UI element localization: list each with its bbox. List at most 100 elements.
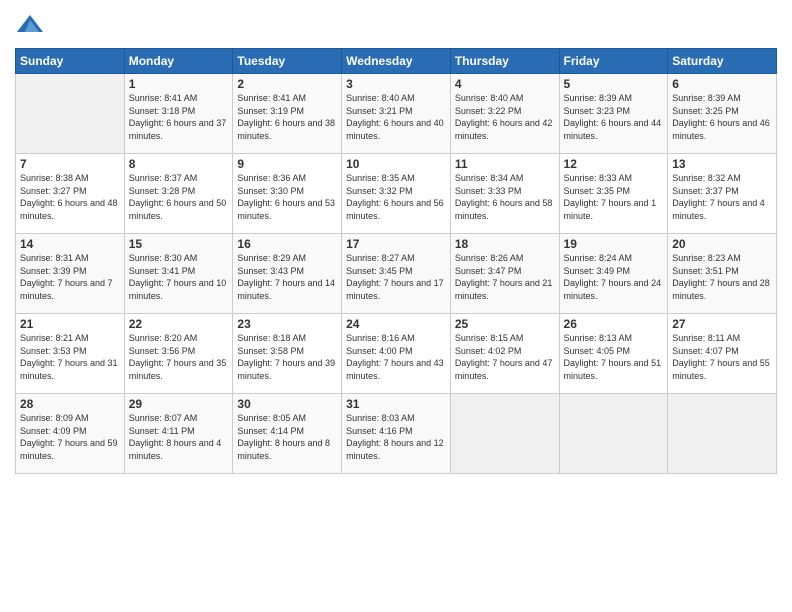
day-info: Sunrise: 8:35 AMSunset: 3:32 PMDaylight:… (346, 172, 446, 222)
col-header-saturday: Saturday (668, 49, 777, 74)
day-info: Sunrise: 8:38 AMSunset: 3:27 PMDaylight:… (20, 172, 120, 222)
col-header-friday: Friday (559, 49, 668, 74)
day-info: Sunrise: 8:32 AMSunset: 3:37 PMDaylight:… (672, 172, 772, 222)
day-info: Sunrise: 8:39 AMSunset: 3:25 PMDaylight:… (672, 92, 772, 142)
day-number: 20 (672, 237, 772, 251)
day-info: Sunrise: 8:26 AMSunset: 3:47 PMDaylight:… (455, 252, 555, 302)
day-number: 31 (346, 397, 446, 411)
day-info: Sunrise: 8:40 AMSunset: 3:22 PMDaylight:… (455, 92, 555, 142)
header (15, 10, 777, 40)
day-cell: 12 Sunrise: 8:33 AMSunset: 3:35 PMDaylig… (559, 154, 668, 234)
day-cell: 10 Sunrise: 8:35 AMSunset: 3:32 PMDaylig… (342, 154, 451, 234)
day-cell: 27 Sunrise: 8:11 AMSunset: 4:07 PMDaylig… (668, 314, 777, 394)
day-number: 18 (455, 237, 555, 251)
day-cell (450, 394, 559, 474)
day-number: 30 (237, 397, 337, 411)
day-number: 11 (455, 157, 555, 171)
day-cell: 2 Sunrise: 8:41 AMSunset: 3:19 PMDayligh… (233, 74, 342, 154)
day-number: 13 (672, 157, 772, 171)
col-header-wednesday: Wednesday (342, 49, 451, 74)
day-number: 10 (346, 157, 446, 171)
day-info: Sunrise: 8:37 AMSunset: 3:28 PMDaylight:… (129, 172, 229, 222)
day-info: Sunrise: 8:11 AMSunset: 4:07 PMDaylight:… (672, 332, 772, 382)
day-number: 7 (20, 157, 120, 171)
day-cell: 13 Sunrise: 8:32 AMSunset: 3:37 PMDaylig… (668, 154, 777, 234)
day-info: Sunrise: 8:07 AMSunset: 4:11 PMDaylight:… (129, 412, 229, 462)
logo-icon (15, 10, 45, 40)
day-number: 29 (129, 397, 229, 411)
day-cell: 21 Sunrise: 8:21 AMSunset: 3:53 PMDaylig… (16, 314, 125, 394)
day-info: Sunrise: 8:13 AMSunset: 4:05 PMDaylight:… (564, 332, 664, 382)
col-header-sunday: Sunday (16, 49, 125, 74)
day-cell: 14 Sunrise: 8:31 AMSunset: 3:39 PMDaylig… (16, 234, 125, 314)
week-row-2: 7 Sunrise: 8:38 AMSunset: 3:27 PMDayligh… (16, 154, 777, 234)
day-cell: 24 Sunrise: 8:16 AMSunset: 4:00 PMDaylig… (342, 314, 451, 394)
day-number: 17 (346, 237, 446, 251)
header-row: SundayMondayTuesdayWednesdayThursdayFrid… (16, 49, 777, 74)
day-number: 2 (237, 77, 337, 91)
day-cell: 1 Sunrise: 8:41 AMSunset: 3:18 PMDayligh… (124, 74, 233, 154)
col-header-thursday: Thursday (450, 49, 559, 74)
week-row-1: 1 Sunrise: 8:41 AMSunset: 3:18 PMDayligh… (16, 74, 777, 154)
day-cell: 16 Sunrise: 8:29 AMSunset: 3:43 PMDaylig… (233, 234, 342, 314)
day-info: Sunrise: 8:23 AMSunset: 3:51 PMDaylight:… (672, 252, 772, 302)
day-info: Sunrise: 8:05 AMSunset: 4:14 PMDaylight:… (237, 412, 337, 462)
day-number: 4 (455, 77, 555, 91)
day-cell: 15 Sunrise: 8:30 AMSunset: 3:41 PMDaylig… (124, 234, 233, 314)
week-row-3: 14 Sunrise: 8:31 AMSunset: 3:39 PMDaylig… (16, 234, 777, 314)
day-cell: 19 Sunrise: 8:24 AMSunset: 3:49 PMDaylig… (559, 234, 668, 314)
day-info: Sunrise: 8:20 AMSunset: 3:56 PMDaylight:… (129, 332, 229, 382)
logo (15, 10, 49, 40)
day-cell: 30 Sunrise: 8:05 AMSunset: 4:14 PMDaylig… (233, 394, 342, 474)
day-cell: 3 Sunrise: 8:40 AMSunset: 3:21 PMDayligh… (342, 74, 451, 154)
day-number: 8 (129, 157, 229, 171)
day-number: 5 (564, 77, 664, 91)
col-header-tuesday: Tuesday (233, 49, 342, 74)
day-number: 22 (129, 317, 229, 331)
day-number: 26 (564, 317, 664, 331)
week-row-5: 28 Sunrise: 8:09 AMSunset: 4:09 PMDaylig… (16, 394, 777, 474)
day-info: Sunrise: 8:34 AMSunset: 3:33 PMDaylight:… (455, 172, 555, 222)
day-number: 19 (564, 237, 664, 251)
day-info: Sunrise: 8:29 AMSunset: 3:43 PMDaylight:… (237, 252, 337, 302)
day-cell: 20 Sunrise: 8:23 AMSunset: 3:51 PMDaylig… (668, 234, 777, 314)
day-cell: 28 Sunrise: 8:09 AMSunset: 4:09 PMDaylig… (16, 394, 125, 474)
day-info: Sunrise: 8:41 AMSunset: 3:19 PMDaylight:… (237, 92, 337, 142)
day-info: Sunrise: 8:30 AMSunset: 3:41 PMDaylight:… (129, 252, 229, 302)
day-number: 6 (672, 77, 772, 91)
day-info: Sunrise: 8:33 AMSunset: 3:35 PMDaylight:… (564, 172, 664, 222)
day-number: 23 (237, 317, 337, 331)
day-number: 1 (129, 77, 229, 91)
page: SundayMondayTuesdayWednesdayThursdayFrid… (0, 0, 792, 612)
day-number: 25 (455, 317, 555, 331)
day-info: Sunrise: 8:39 AMSunset: 3:23 PMDaylight:… (564, 92, 664, 142)
day-cell: 11 Sunrise: 8:34 AMSunset: 3:33 PMDaylig… (450, 154, 559, 234)
day-number: 16 (237, 237, 337, 251)
day-cell: 29 Sunrise: 8:07 AMSunset: 4:11 PMDaylig… (124, 394, 233, 474)
day-info: Sunrise: 8:21 AMSunset: 3:53 PMDaylight:… (20, 332, 120, 382)
day-cell: 26 Sunrise: 8:13 AMSunset: 4:05 PMDaylig… (559, 314, 668, 394)
day-info: Sunrise: 8:24 AMSunset: 3:49 PMDaylight:… (564, 252, 664, 302)
day-number: 27 (672, 317, 772, 331)
week-row-4: 21 Sunrise: 8:21 AMSunset: 3:53 PMDaylig… (16, 314, 777, 394)
day-cell: 4 Sunrise: 8:40 AMSunset: 3:22 PMDayligh… (450, 74, 559, 154)
day-info: Sunrise: 8:40 AMSunset: 3:21 PMDaylight:… (346, 92, 446, 142)
day-info: Sunrise: 8:18 AMSunset: 3:58 PMDaylight:… (237, 332, 337, 382)
day-cell: 22 Sunrise: 8:20 AMSunset: 3:56 PMDaylig… (124, 314, 233, 394)
day-cell: 25 Sunrise: 8:15 AMSunset: 4:02 PMDaylig… (450, 314, 559, 394)
day-number: 15 (129, 237, 229, 251)
day-number: 24 (346, 317, 446, 331)
day-number: 21 (20, 317, 120, 331)
day-info: Sunrise: 8:27 AMSunset: 3:45 PMDaylight:… (346, 252, 446, 302)
day-cell: 17 Sunrise: 8:27 AMSunset: 3:45 PMDaylig… (342, 234, 451, 314)
day-info: Sunrise: 8:36 AMSunset: 3:30 PMDaylight:… (237, 172, 337, 222)
day-cell (668, 394, 777, 474)
day-cell: 23 Sunrise: 8:18 AMSunset: 3:58 PMDaylig… (233, 314, 342, 394)
calendar: SundayMondayTuesdayWednesdayThursdayFrid… (15, 48, 777, 474)
day-number: 12 (564, 157, 664, 171)
day-info: Sunrise: 8:09 AMSunset: 4:09 PMDaylight:… (20, 412, 120, 462)
day-cell (559, 394, 668, 474)
day-cell: 8 Sunrise: 8:37 AMSunset: 3:28 PMDayligh… (124, 154, 233, 234)
day-info: Sunrise: 8:31 AMSunset: 3:39 PMDaylight:… (20, 252, 120, 302)
day-cell: 9 Sunrise: 8:36 AMSunset: 3:30 PMDayligh… (233, 154, 342, 234)
